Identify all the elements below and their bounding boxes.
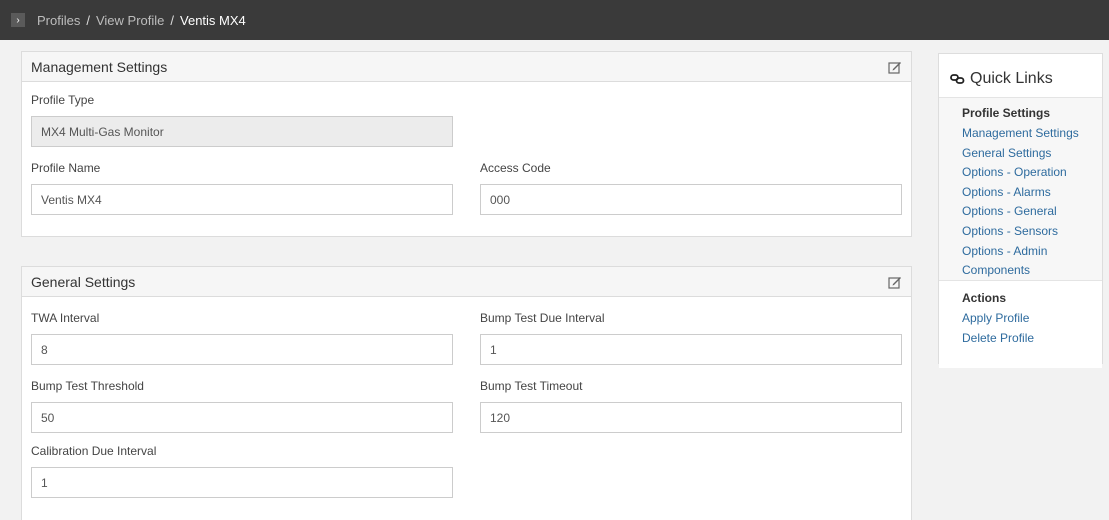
profile-name-input[interactable] — [31, 184, 453, 215]
breadcrumb-separator: / — [170, 12, 175, 28]
bump-due-interval-input[interactable] — [480, 334, 902, 365]
quick-link-general-settings[interactable]: General Settings — [962, 144, 1102, 164]
field-label: Bump Test Due Interval — [480, 311, 605, 325]
chevron-right-icon[interactable]: › — [11, 13, 25, 27]
bump-timeout-input[interactable] — [480, 402, 902, 433]
management-settings-panel: Management Settings Profile Type Profile… — [21, 51, 912, 237]
quick-link-options-operation[interactable]: Options - Operation — [962, 163, 1102, 183]
breadcrumb: Profiles / View Profile / Ventis MX4 — [37, 13, 246, 28]
quick-link-options-sensors[interactable]: Options - Sensors — [962, 222, 1102, 242]
profile-settings-section: Profile Settings Management Settings Gen… — [939, 97, 1102, 280]
edit-icon[interactable] — [888, 275, 902, 289]
quick-link-components[interactable]: Components — [962, 261, 1102, 281]
breadcrumb-separator: / — [86, 12, 90, 28]
access-code-field: Access Code — [480, 161, 902, 215]
profile-type-input — [31, 116, 453, 147]
link-icon — [950, 73, 965, 84]
panel-title: Management Settings — [31, 58, 168, 75]
breadcrumb-current: Ventis MX4 — [180, 12, 246, 28]
field-label: Access Code — [480, 161, 551, 175]
quick-links-panel: Quick Links Profile Settings Management … — [938, 53, 1103, 368]
field-label: Bump Test Timeout — [480, 379, 583, 393]
quick-link-options-alarms[interactable]: Options - Alarms — [962, 183, 1102, 203]
field-label: TWA Interval — [31, 311, 100, 325]
profile-settings-heading: Profile Settings — [962, 106, 1051, 120]
breadcrumb-profiles[interactable]: Profiles — [37, 13, 80, 28]
calibration-due-field: Calibration Due Interval — [31, 444, 453, 498]
bump-due-interval-field: Bump Test Due Interval — [480, 311, 902, 365]
field-label: Calibration Due Interval — [31, 444, 157, 458]
actions-section: Actions Apply Profile Delete Profile — [939, 280, 1102, 368]
quick-link-options-admin[interactable]: Options - Admin — [962, 242, 1102, 262]
apply-profile-link[interactable]: Apply Profile — [962, 309, 1102, 329]
twa-interval-field: TWA Interval — [31, 311, 453, 365]
twa-interval-input[interactable] — [31, 334, 453, 365]
actions-heading: Actions — [962, 291, 1007, 305]
panel-header: General Settings — [22, 267, 911, 297]
general-settings-panel: General Settings TWA Interval Bump Test … — [21, 266, 912, 520]
quick-link-management-settings[interactable]: Management Settings — [962, 124, 1102, 144]
quick-links-header: Quick Links — [939, 54, 1102, 92]
quick-links-title: Quick Links — [970, 69, 1053, 87]
delete-profile-link[interactable]: Delete Profile — [962, 329, 1102, 349]
top-bar: › Profiles / View Profile / Ventis MX4 — [0, 0, 1109, 40]
bump-timeout-field: Bump Test Timeout — [480, 379, 902, 433]
panel-header: Management Settings — [22, 52, 911, 82]
calibration-due-input[interactable] — [31, 467, 453, 498]
profile-name-field: Profile Name — [31, 161, 453, 215]
access-code-input[interactable] — [480, 184, 902, 215]
profile-type-field: Profile Type — [31, 93, 453, 147]
quick-link-options-general[interactable]: Options - General — [962, 202, 1102, 222]
breadcrumb-view-profile[interactable]: View Profile — [96, 13, 164, 28]
bump-threshold-field: Bump Test Threshold — [31, 379, 453, 433]
panel-title: General Settings — [31, 273, 136, 290]
bump-threshold-input[interactable] — [31, 402, 453, 433]
field-label: Bump Test Threshold — [31, 379, 144, 393]
edit-icon[interactable] — [888, 60, 902, 74]
field-label: Profile Type — [31, 93, 95, 107]
field-label: Profile Name — [31, 161, 101, 175]
